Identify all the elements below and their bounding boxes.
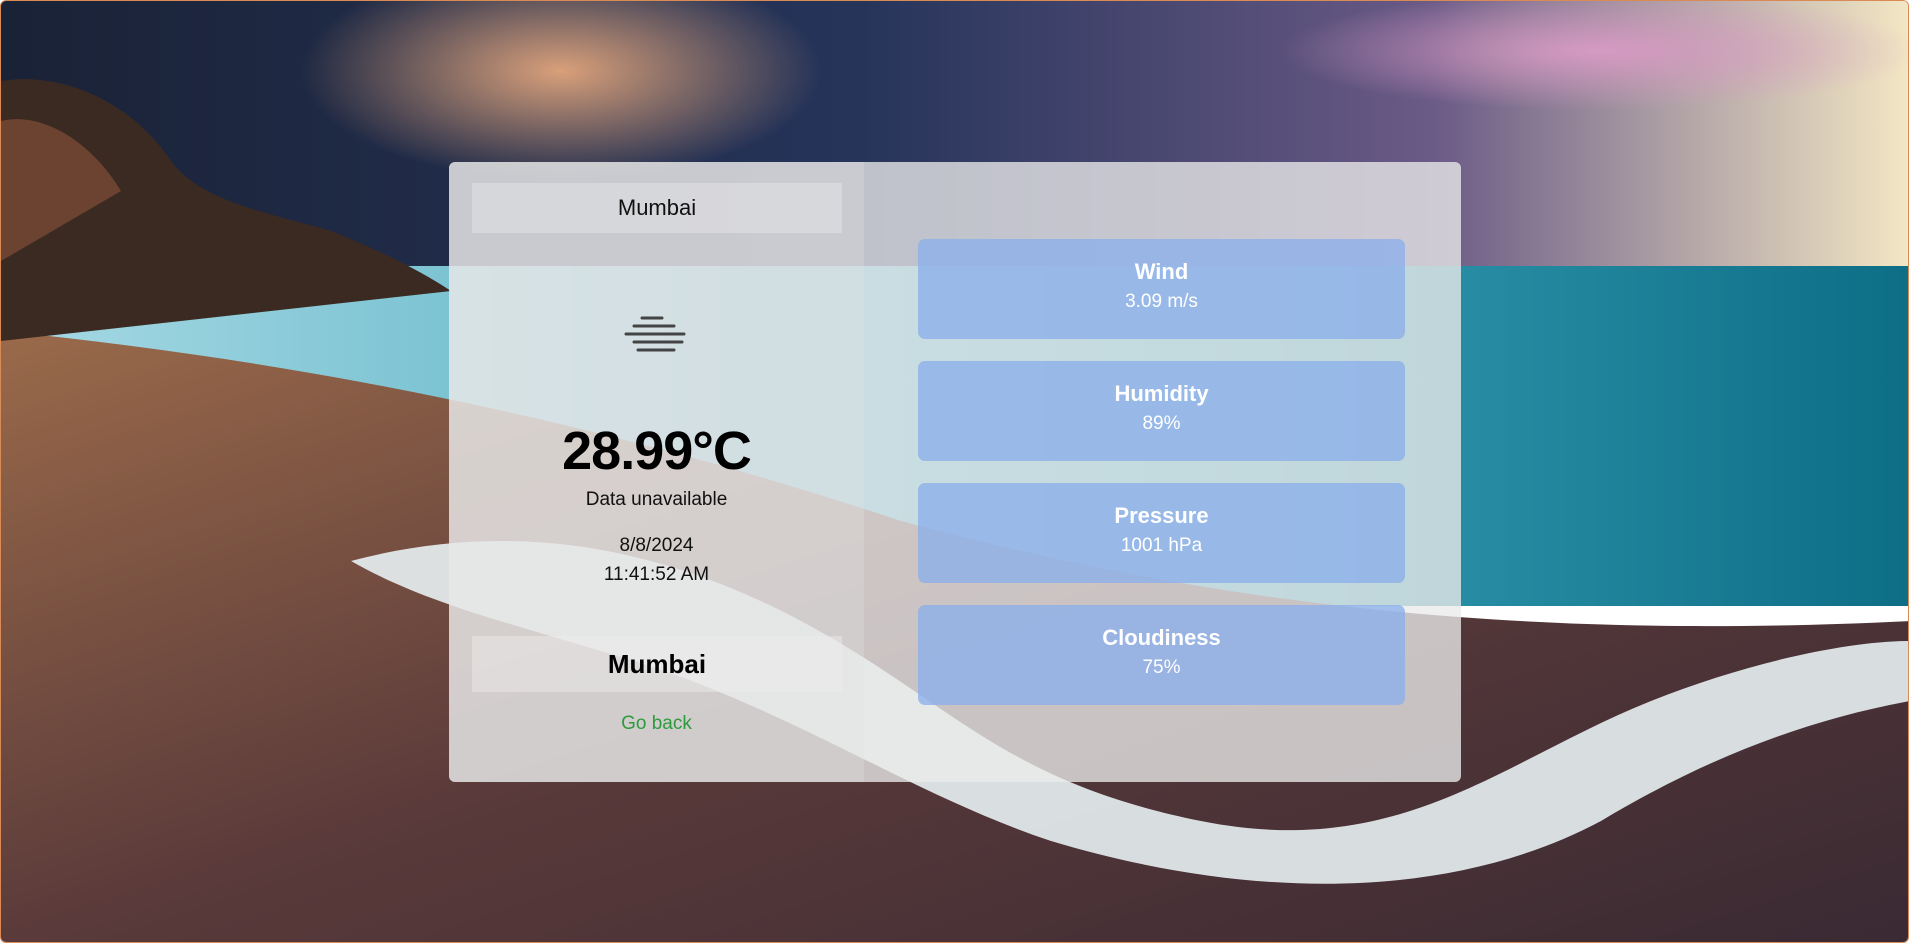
weather-description: Data unavailable: [585, 489, 728, 510]
go-back-link[interactable]: Go back: [449, 713, 864, 735]
mist-icon: [622, 314, 688, 360]
city-name-footer: Mumbai: [472, 636, 842, 692]
time-value: 11:41:52 AM: [603, 564, 710, 585]
wind-value: 3.09 m/s: [1125, 291, 1198, 312]
weather-summary-panel: Mumbai 28.99°C Data unavailable 8/8/2024…: [449, 162, 864, 782]
pressure-value: 1001 hPa: [1120, 535, 1203, 556]
humidity-value: 89%: [1142, 413, 1181, 434]
wind-label: Wind: [1134, 259, 1189, 284]
city-name-header: Mumbai: [472, 183, 842, 233]
date-value: 8/8/2024: [619, 535, 694, 556]
cloudiness-label: Cloudiness: [1102, 625, 1221, 650]
humidity-stat-card: Humidity 89%: [918, 361, 1405, 461]
humidity-label: Humidity: [1114, 381, 1209, 406]
temperature-value: 28.99°C: [562, 421, 752, 481]
pressure-label: Pressure: [1114, 503, 1209, 528]
pressure-stat-card: Pressure 1001 hPa: [918, 483, 1405, 583]
cloudiness-stat-card: Cloudiness 75%: [918, 605, 1405, 705]
wind-stat-card: Wind 3.09 m/s: [918, 239, 1405, 339]
cloudiness-value: 75%: [1142, 657, 1181, 678]
weather-card: Mumbai 28.99°C Data unavailable 8/8/2024…: [449, 162, 1461, 782]
